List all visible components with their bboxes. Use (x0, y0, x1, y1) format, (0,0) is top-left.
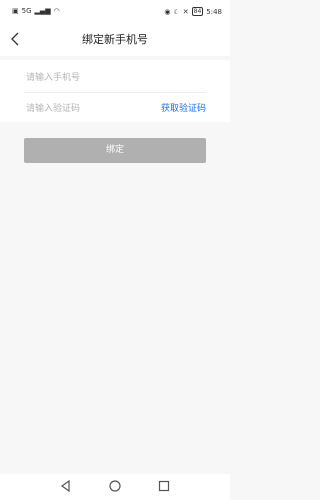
phone-input[interactable] (24, 68, 148, 88)
signal-icon: ▂▄▆ (34, 7, 51, 15)
square-recent-icon[interactable] (157, 479, 171, 493)
eye-icon: ◉ (164, 7, 171, 16)
nfc-icon: ▣ (12, 7, 19, 15)
signal-text: 5G (21, 7, 32, 15)
wifi-icon: ◠ (53, 7, 60, 15)
circle-home-icon[interactable] (108, 479, 122, 493)
page-title: 绑定新手机号 (82, 33, 148, 46)
system-navigation-bar (0, 474, 230, 500)
battery-indicator: 84 (191, 7, 204, 16)
bind-button[interactable]: 绑定 (24, 138, 206, 163)
code-row: 获取验证码 (24, 93, 206, 123)
moon-icon: ☾ (173, 7, 180, 16)
mute-icon: ✕ (182, 7, 189, 16)
status-right-group: ◉ ☾ ✕ 84 5:48 (164, 7, 222, 16)
status-time: 5:48 (206, 7, 222, 16)
status-bar: ▣ 5G ▂▄▆ ◠ ◉ ☾ ✕ 84 5:48 (0, 0, 230, 22)
status-left-group: ▣ 5G ▂▄▆ ◠ (12, 7, 60, 15)
phone-row (24, 62, 206, 93)
verification-code-input[interactable] (24, 99, 148, 119)
top-navigation: 绑定新手机号 (0, 22, 230, 56)
get-code-button[interactable]: 获取验证码 (161, 101, 206, 114)
bind-phone-form: 获取验证码 (0, 60, 230, 122)
triangle-back-icon[interactable] (59, 479, 73, 493)
